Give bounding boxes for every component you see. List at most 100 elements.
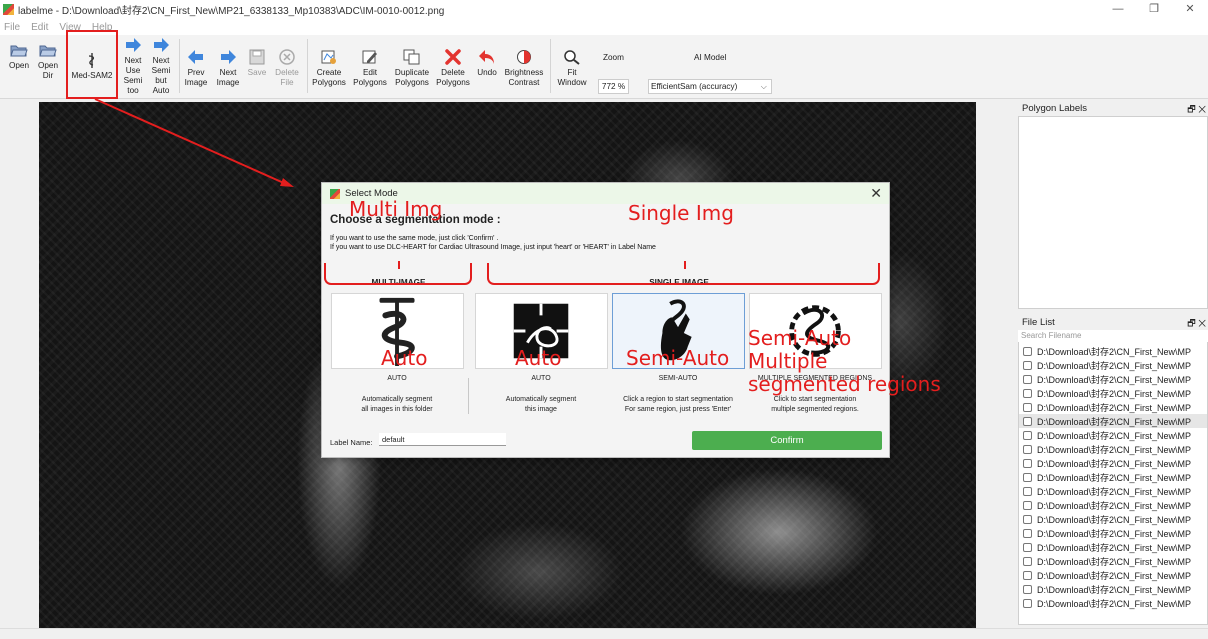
file-list-item[interactable]: D:\Download\封存2\CN_First_New\MP <box>1019 442 1207 456</box>
file-list-item[interactable]: D:\Download\封存2\CN_First_New\MP <box>1019 372 1207 386</box>
edit-pencil-icon <box>362 50 377 64</box>
file-checkbox[interactable] <box>1023 556 1032 566</box>
file-path: D:\Download\封存2\CN_First_New\MP <box>1037 584 1192 595</box>
annotation-semi-auto-multiple: Semi-Auto Multiple segmented regions <box>748 326 941 396</box>
file-list-item[interactable]: D:\Download\封存2\CN_First_New\MP <box>1019 400 1207 414</box>
file-path: D:\Download\封存2\CN_First_New\MP <box>1037 500 1192 511</box>
open-dir-button[interactable]: Open Dir <box>35 38 61 81</box>
polygon-labels-dock: Polygon Labels 🗗 ✕ <box>1018 102 1208 312</box>
med-sam2-highlight <box>66 30 118 99</box>
brightness-contrast-icon <box>517 50 531 64</box>
file-list-item[interactable]: D:\Download\封存2\CN_First_New\MP <box>1019 554 1207 568</box>
file-list-item[interactable]: D:\Download\封存2\CN_First_New\MP <box>1019 414 1207 428</box>
file-checkbox[interactable] <box>1023 402 1032 412</box>
labelme-window: labelme - D:\Download\封存2\CN_First_New\M… <box>0 0 1208 639</box>
file-checkbox[interactable] <box>1023 458 1032 468</box>
dock-float-close-buttons[interactable]: 🗗 ✕ <box>1187 102 1206 116</box>
brightness-contrast-button[interactable]: Brightness Contrast <box>502 45 546 88</box>
file-list-item[interactable]: D:\Download\封存2\CN_First_New\MP <box>1019 344 1207 358</box>
file-checkbox[interactable] <box>1023 528 1032 538</box>
file-checkbox[interactable] <box>1023 472 1032 482</box>
labelme-logo-icon <box>3 4 14 15</box>
file-checkbox[interactable] <box>1023 346 1032 356</box>
menu-edit[interactable]: Edit <box>31 22 48 33</box>
file-checkbox[interactable] <box>1023 500 1032 510</box>
card-name-multi-auto: AUTO <box>387 375 407 382</box>
file-checkbox[interactable] <box>1023 584 1032 594</box>
toolbar-separator <box>179 39 180 93</box>
label-name-label: Label Name: <box>330 438 373 447</box>
file-checkbox[interactable] <box>1023 360 1032 370</box>
undo-button[interactable]: Undo <box>475 45 499 78</box>
file-checkbox[interactable] <box>1023 486 1032 496</box>
menu-file[interactable]: File <box>4 22 20 33</box>
edit-polygons-button[interactable]: Edit Polygons <box>351 45 389 88</box>
file-list-item[interactable]: D:\Download\封存2\CN_First_New\MP <box>1019 582 1207 596</box>
file-list-item[interactable]: D:\Download\封存2\CN_First_New\MP <box>1019 428 1207 442</box>
arrow-right-icon <box>154 38 169 52</box>
file-path: D:\Download\封存2\CN_First_New\MP <box>1037 472 1192 483</box>
arrow-left-icon <box>188 50 203 64</box>
next-semi-auto-button[interactable]: Next Semi but Auto <box>149 36 173 96</box>
file-checkbox[interactable] <box>1023 416 1032 426</box>
file-checkbox[interactable] <box>1023 514 1032 524</box>
file-search-input[interactable]: Search Filename <box>1018 330 1208 342</box>
file-path: D:\Download\封存2\CN_First_New\MP <box>1037 514 1192 525</box>
toolbar-separator <box>550 39 551 93</box>
file-list-item[interactable]: D:\Download\封存2\CN_First_New\MP <box>1019 386 1207 400</box>
file-list-heading: File List <box>1022 317 1055 328</box>
fit-window-button[interactable]: Fit Window <box>555 45 589 88</box>
delete-polygons-button[interactable]: Delete Polygons <box>434 45 472 88</box>
close-window-button[interactable]: ✕ <box>1172 0 1208 19</box>
save-icon <box>249 49 265 65</box>
confirm-button[interactable]: Confirm <box>692 431 882 450</box>
chevron-down-icon: ⌵ <box>760 82 767 91</box>
file-list-item[interactable]: D:\Download\封存2\CN_First_New\MP <box>1019 358 1207 372</box>
save-button[interactable]: Save <box>246 45 268 78</box>
maximize-button[interactable]: ❐ <box>1136 0 1172 19</box>
polygon-labels-heading: Polygon Labels <box>1022 103 1087 114</box>
file-list-item[interactable]: D:\Download\封存2\CN_First_New\MP <box>1019 456 1207 470</box>
arrow-right-icon <box>126 38 141 52</box>
prev-image-button[interactable]: Prev Image <box>183 45 209 88</box>
multi-img-bracket <box>324 261 472 285</box>
dialog-close-button[interactable]: ✕ <box>870 185 882 202</box>
delete-circle-icon <box>279 49 295 65</box>
ai-model-label: AI Model <box>694 53 727 62</box>
file-list-item[interactable]: D:\Download\封存2\CN_First_New\MP <box>1019 498 1207 512</box>
magnifier-icon <box>564 50 580 65</box>
file-list-item[interactable]: D:\Download\封存2\CN_First_New\MP <box>1019 540 1207 554</box>
single-img-bracket <box>487 261 880 285</box>
file-checkbox[interactable] <box>1023 430 1032 440</box>
file-list-item[interactable]: D:\Download\封存2\CN_First_New\MP <box>1019 484 1207 498</box>
card-desc-multi-auto: Automatically segment all images in this… <box>361 396 433 413</box>
file-list-item[interactable]: D:\Download\封存2\CN_First_New\MP <box>1019 526 1207 540</box>
file-checkbox[interactable] <box>1023 542 1032 552</box>
next-use-semi-button[interactable]: Next Use Semi too <box>121 36 145 96</box>
file-list-item[interactable]: D:\Download\封存2\CN_First_New\MP <box>1019 470 1207 484</box>
file-list-item[interactable]: D:\Download\封存2\CN_First_New\MP <box>1019 596 1207 610</box>
zoom-input[interactable]: 772 % <box>598 79 629 94</box>
file-checkbox[interactable] <box>1023 374 1032 384</box>
duplicate-polygons-button[interactable]: Duplicate Polygons <box>392 45 432 88</box>
ai-model-select[interactable]: EfficientSam (accuracy) ⌵ <box>648 79 772 94</box>
delete-file-button[interactable]: Delete File <box>273 45 301 88</box>
file-checkbox[interactable] <box>1023 570 1032 580</box>
polygon-labels-list[interactable] <box>1018 116 1208 309</box>
create-polygons-button[interactable]: Create Polygons <box>310 45 348 88</box>
file-checkbox[interactable] <box>1023 598 1032 608</box>
select-mode-dialog: Select Mode ✕ Choose a segmentation mode… <box>321 182 890 458</box>
file-list-item[interactable]: D:\Download\封存2\CN_First_New\MP <box>1019 512 1207 526</box>
file-path: D:\Download\封存2\CN_First_New\MP <box>1037 374 1192 385</box>
card-desc-single-auto: Automatically segment this image <box>505 396 577 413</box>
label-name-input[interactable]: default <box>379 433 506 446</box>
card-desc-semi-auto: Click a region to start segmentation For… <box>623 396 733 413</box>
dock-float-close-buttons[interactable]: 🗗 ✕ <box>1187 316 1206 330</box>
file-list-item[interactable]: D:\Download\封存2\CN_First_New\MP <box>1019 568 1207 582</box>
file-checkbox[interactable] <box>1023 444 1032 454</box>
file-path: D:\Download\封存2\CN_First_New\MP <box>1037 346 1192 357</box>
next-image-button[interactable]: Next Image <box>214 45 242 88</box>
open-button[interactable]: Open <box>6 38 32 71</box>
file-checkbox[interactable] <box>1023 388 1032 398</box>
minimize-button[interactable]: — <box>1100 0 1136 19</box>
